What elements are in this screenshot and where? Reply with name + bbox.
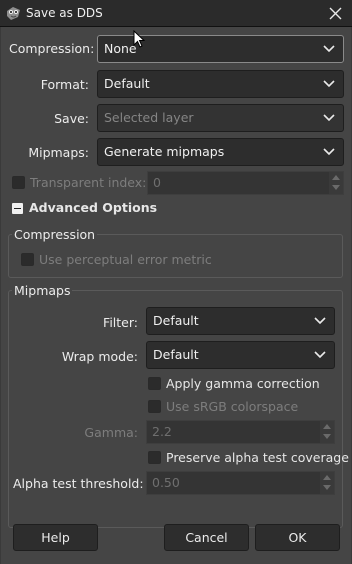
mipmaps-value: Generate mipmaps (104, 144, 225, 159)
use-srgb-checkbox[interactable] (148, 400, 161, 413)
chevron-down-icon (323, 148, 335, 156)
gamma-value: 2.2 (152, 424, 172, 439)
save-label: Save: (54, 111, 89, 126)
gimp-app-icon (7, 7, 20, 20)
spin-down-icon (332, 185, 340, 190)
ok-button[interactable]: OK (255, 524, 340, 551)
apply-gamma-label: Apply gamma correction (166, 376, 320, 391)
chevron-down-icon (314, 317, 326, 325)
preserve-alpha-checkbox[interactable] (148, 451, 161, 464)
advanced-options-expander[interactable]: Advanced Options (29, 200, 157, 215)
filter-label: Filter: (103, 315, 138, 330)
save-value: Selected layer (104, 110, 194, 125)
gamma-spinner[interactable]: 2.2 (146, 420, 335, 444)
transparent-index-value: 0 (153, 175, 161, 190)
spin-down-icon (323, 434, 331, 439)
mipmaps-select[interactable]: Generate mipmaps (97, 138, 344, 166)
alpha-threshold-label: Alpha test threshold: (13, 476, 144, 491)
spin-buttons[interactable] (320, 421, 334, 443)
perceptual-metric-label: Use perceptual error metric (39, 252, 212, 267)
filter-value: Default (153, 313, 199, 328)
gamma-label: Gamma: (84, 425, 138, 440)
spin-up-icon (332, 175, 340, 180)
format-select[interactable]: Default (97, 70, 344, 98)
wrap-mode-value: Default (153, 347, 199, 362)
help-button[interactable]: Help (13, 524, 98, 551)
perceptual-metric-checkbox[interactable] (21, 253, 34, 266)
cancel-button[interactable]: Cancel (164, 524, 249, 551)
wrap-mode-select[interactable]: Default (146, 341, 335, 369)
spin-up-icon (323, 424, 331, 429)
mipmaps-label: Mipmaps: (28, 145, 89, 160)
window-title: Save as DDS (26, 6, 103, 20)
collapse-icon[interactable] (12, 203, 23, 214)
spin-buttons[interactable] (329, 172, 343, 194)
compression-value: None (104, 41, 137, 56)
dialog-body: Compression: None Format: Default Save: … (0, 27, 352, 564)
close-icon (329, 7, 342, 20)
spin-buttons[interactable] (320, 472, 334, 494)
use-srgb-label: Use sRGB colorspace (166, 399, 299, 414)
format-value: Default (104, 76, 150, 91)
compression-label: Compression: (9, 41, 95, 56)
preserve-alpha-label: Preserve alpha test coverage (166, 450, 349, 465)
spin-down-icon (323, 485, 331, 490)
alpha-threshold-spinner[interactable]: 0.50 (146, 471, 335, 495)
close-button[interactable] (320, 0, 352, 27)
chevron-down-icon (323, 45, 335, 53)
apply-gamma-checkbox[interactable] (148, 377, 161, 390)
transparent-index-spinner[interactable]: 0 (147, 171, 344, 195)
mouse-pointer-icon (133, 30, 145, 48)
save-select[interactable]: Selected layer (97, 104, 344, 132)
chevron-down-icon (314, 351, 326, 359)
wrap-mode-label: Wrap mode: (61, 349, 138, 364)
title-bar: Save as DDS (0, 0, 352, 27)
filter-select[interactable]: Default (146, 307, 335, 335)
compression-group-title: Compression (12, 227, 98, 242)
alpha-threshold-value: 0.50 (152, 475, 180, 490)
mipmaps-group-title: Mipmaps (12, 283, 73, 298)
spin-up-icon (323, 475, 331, 480)
chevron-down-icon (323, 114, 335, 122)
format-label: Format: (40, 77, 89, 92)
transparent-index-label: Transparent index: (30, 175, 147, 190)
transparent-index-checkbox[interactable] (12, 176, 25, 189)
chevron-down-icon (323, 80, 335, 88)
